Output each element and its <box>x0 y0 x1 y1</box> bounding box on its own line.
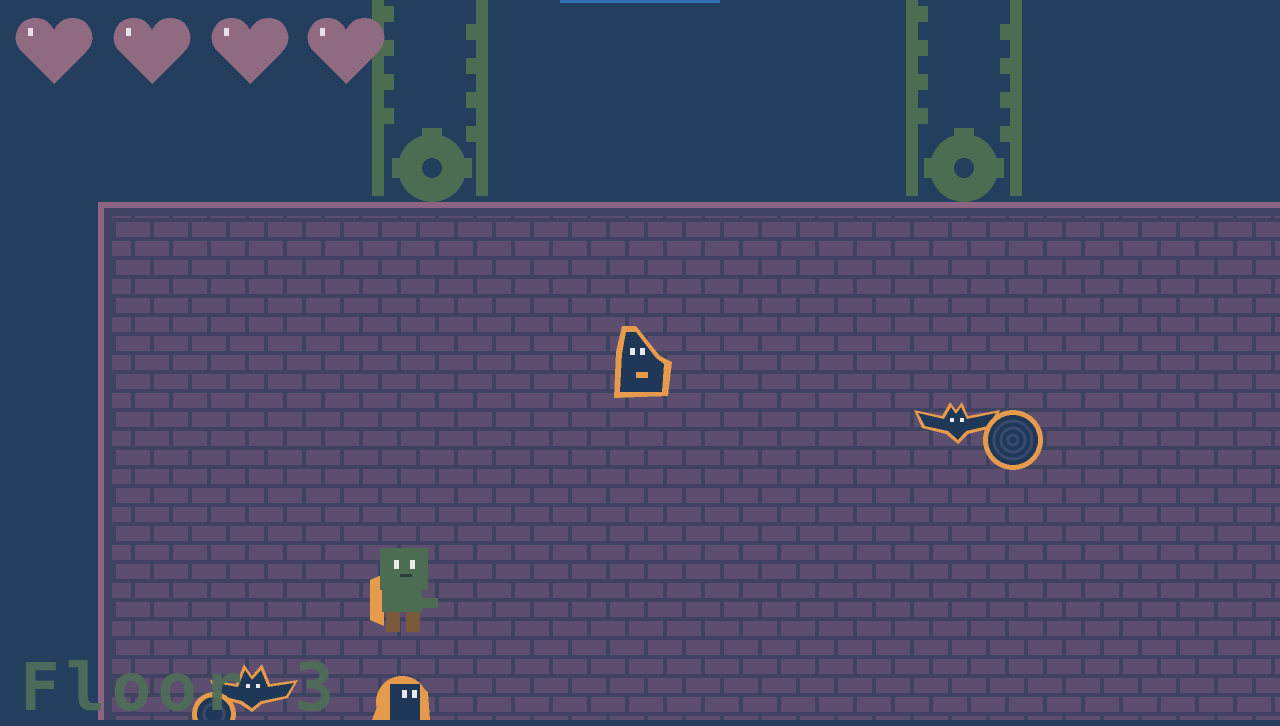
heart-icon <box>211 18 289 84</box>
game-scene <box>98 0 1280 720</box>
heart-icon <box>15 18 93 84</box>
floor-label: Floor 3 <box>20 649 341 726</box>
heart-icon <box>113 18 191 84</box>
brick-wall <box>98 202 1280 720</box>
heart-icon <box>307 18 385 84</box>
gear-icon <box>392 128 472 202</box>
gear-icon <box>924 128 1004 202</box>
spiral-portal-icon[interactable] <box>983 410 1043 470</box>
